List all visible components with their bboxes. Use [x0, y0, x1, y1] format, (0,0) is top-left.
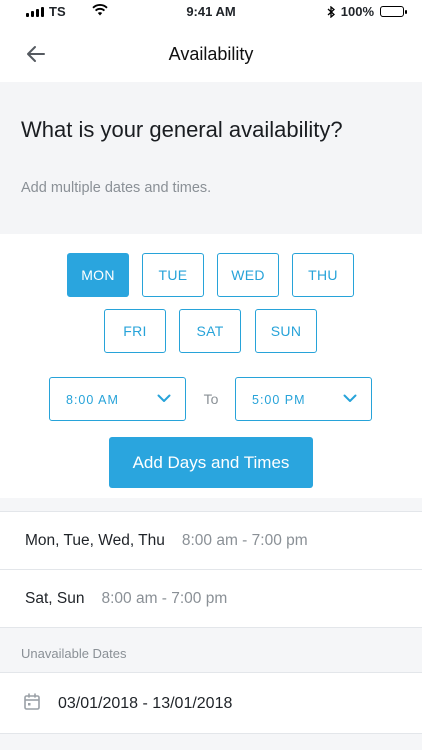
- day-button-wed[interactable]: WED: [217, 253, 279, 297]
- battery-icon: [380, 6, 407, 17]
- chevron-down-icon: [157, 394, 171, 402]
- page-title: Availability: [168, 44, 254, 64]
- unavailable-date-range: 03/01/2018 - 13/01/2018: [58, 695, 233, 712]
- day-button-thu[interactable]: THU: [292, 253, 354, 297]
- availability-list: Mon, Tue, Wed, Thu 8:00 am - 7:00 pm Sat…: [0, 511, 422, 628]
- day-button-fri[interactable]: FRI: [104, 309, 166, 353]
- chevron-down-icon: [343, 394, 357, 402]
- nav-bar: Availability: [0, 24, 422, 82]
- availability-header: What is your general availability? Add m…: [0, 82, 422, 234]
- add-days-times-button[interactable]: Add Days and Times: [109, 437, 313, 488]
- day-time-selector: MON TUE WED THU FRI SAT SUN 8:00 AM To 5…: [0, 234, 422, 498]
- day-button-mon[interactable]: MON: [67, 253, 129, 297]
- availability-days: Sat, Sun: [25, 589, 85, 607]
- list-item[interactable]: Sat, Sun 8:00 am - 7:00 pm: [0, 570, 422, 628]
- day-button-tue[interactable]: TUE: [142, 253, 204, 297]
- unavailable-date-item[interactable]: 03/01/2018 - 13/01/2018: [0, 672, 422, 734]
- day-button-sun[interactable]: SUN: [255, 309, 317, 353]
- availability-days: Mon, Tue, Wed, Thu: [25, 531, 165, 549]
- availability-times: 8:00 am - 7:00 pm: [181, 531, 308, 549]
- battery-percent: 100%: [340, 4, 374, 19]
- list-item[interactable]: Mon, Tue, Wed, Thu 8:00 am - 7:00 pm: [0, 512, 422, 570]
- availability-times: 8:00 am - 7:00 pm: [101, 589, 228, 607]
- heading: What is your general availability?: [21, 117, 343, 142]
- unavailable-dates-label: Unavailable Dates: [21, 646, 127, 661]
- end-time-value: 5:00 PM: [252, 393, 306, 407]
- subheading: Add multiple dates and times.: [21, 180, 212, 196]
- end-time-select[interactable]: 5:00 PM: [235, 377, 372, 421]
- start-time-select[interactable]: 8:00 AM: [49, 377, 186, 421]
- day-button-sat[interactable]: SAT: [179, 309, 241, 353]
- start-time-value: 8:00 AM: [66, 393, 119, 407]
- battery-group: 100%: [327, 4, 407, 19]
- time-range-separator: To: [203, 391, 219, 407]
- status-bar: TS 9:41 AM 100%: [0, 0, 422, 24]
- calendar-icon: [24, 693, 40, 710]
- bluetooth-icon: [327, 5, 335, 18]
